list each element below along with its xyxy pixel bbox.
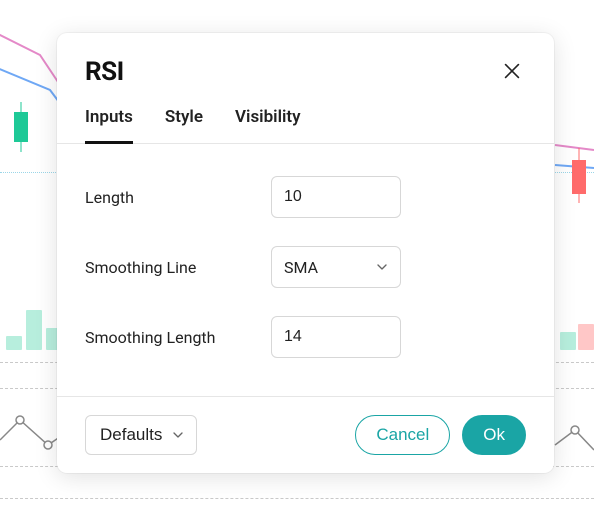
row-smoothing-line: Smoothing Line SMA <box>85 232 526 302</box>
cancel-button[interactable]: Cancel <box>355 415 450 455</box>
smoothing-line-value: SMA <box>284 258 318 277</box>
close-icon <box>501 60 523 85</box>
dialog-header: RSI <box>57 33 554 93</box>
bg-dash-line <box>0 498 594 499</box>
footer-actions: Cancel Ok <box>355 415 526 455</box>
length-input[interactable] <box>271 176 401 218</box>
defaults-label: Defaults <box>100 425 162 445</box>
indicator-settings-dialog: RSI Inputs Style Visibility Length Smoot… <box>57 33 554 473</box>
smoothing-line-select[interactable]: SMA <box>271 246 401 288</box>
ok-button[interactable]: Ok <box>462 415 526 455</box>
dialog-footer: Defaults Cancel Ok <box>57 396 554 473</box>
chevron-down-icon <box>374 259 390 275</box>
tabs: Inputs Style Visibility <box>57 93 554 144</box>
smoothing-line-label: Smoothing Line <box>85 258 271 277</box>
inputs-form: Length Smoothing Line SMA Smoothing Leng… <box>57 144 554 396</box>
defaults-button[interactable]: Defaults <box>85 415 197 455</box>
chevron-down-icon <box>170 427 186 443</box>
tab-style[interactable]: Style <box>165 107 203 144</box>
row-length: Length <box>85 162 526 232</box>
tab-visibility[interactable]: Visibility <box>235 107 301 144</box>
length-label: Length <box>85 188 271 207</box>
smoothing-length-input[interactable] <box>271 316 401 358</box>
smoothing-length-label: Smoothing Length <box>85 328 271 347</box>
close-button[interactable] <box>498 58 526 86</box>
tab-inputs[interactable]: Inputs <box>85 107 133 144</box>
dialog-title: RSI <box>85 57 124 87</box>
row-smoothing-length: Smoothing Length <box>85 302 526 372</box>
